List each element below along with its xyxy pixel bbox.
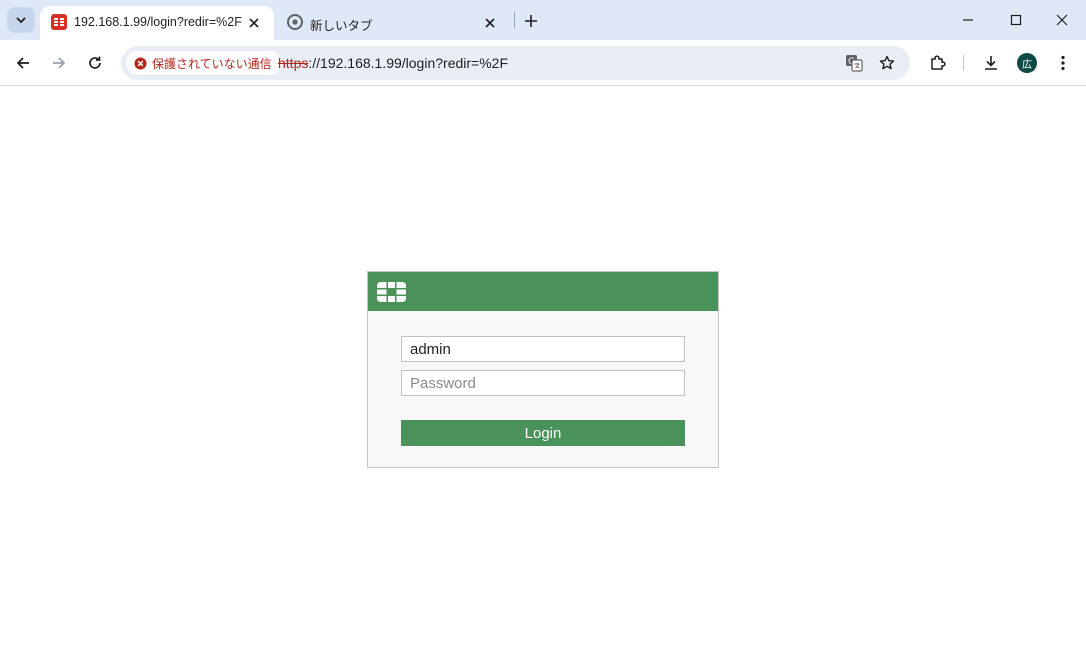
puzzle-icon	[931, 55, 946, 70]
login-panel: Login	[367, 271, 719, 468]
url-scheme: https	[278, 55, 309, 71]
translate-button[interactable]: G	[843, 52, 865, 74]
tab-divider	[514, 12, 515, 28]
chrome-icon	[287, 14, 303, 30]
page-viewport: Login	[0, 87, 1086, 653]
arrow-right-icon	[53, 57, 66, 69]
bookmark-button[interactable]	[876, 52, 898, 74]
star-icon	[879, 55, 895, 70]
fortinet-favicon	[51, 14, 67, 30]
profile-avatar[interactable]: 広	[1017, 53, 1037, 73]
plus-icon	[525, 15, 537, 27]
close-icon	[1056, 14, 1068, 26]
minimize-button[interactable]	[956, 8, 980, 32]
extensions-button[interactable]	[926, 51, 950, 75]
tab-strip: 192.168.1.99/login?redir=%2F 新しいタブ	[0, 0, 1086, 40]
fortinet-logo-icon	[377, 282, 406, 302]
username-input[interactable]	[401, 336, 685, 362]
arrow-left-icon	[16, 57, 29, 69]
translate-icon: G	[846, 55, 863, 72]
password-input[interactable]	[401, 370, 685, 396]
minimize-icon	[963, 19, 973, 21]
maximize-icon	[1010, 14, 1022, 26]
tab-title: 新しいタブ	[310, 19, 373, 33]
url-text[interactable]: https://192.168.1.99/login?redir=%2F	[278, 55, 508, 71]
security-chip-label: 保護されていない通信	[152, 56, 272, 71]
address-bar[interactable]: 保護されていない通信 https://192.168.1.99/login?re…	[121, 46, 910, 80]
back-button[interactable]	[11, 51, 35, 75]
close-tab-button[interactable]	[244, 13, 264, 33]
url-path: ://192.168.1.99/login?redir=%2F	[308, 55, 508, 71]
close-icon	[485, 18, 495, 28]
more-vertical-icon	[1061, 55, 1065, 71]
new-tab-button[interactable]	[520, 10, 542, 32]
downloads-button[interactable]	[979, 51, 1003, 75]
forward-button[interactable]	[47, 51, 71, 75]
window-close-button[interactable]	[1050, 8, 1074, 32]
browser-toolbar: 保護されていない通信 https://192.168.1.99/login?re…	[0, 40, 1086, 86]
tab-active[interactable]: 192.168.1.99/login?redir=%2F	[40, 6, 274, 40]
chevron-down-icon	[16, 17, 26, 24]
close-tab-button[interactable]	[480, 13, 500, 33]
download-icon	[985, 56, 997, 70]
tab-search-button[interactable]	[7, 7, 35, 33]
toolbar-divider	[963, 55, 964, 71]
warning-circle-icon	[134, 57, 147, 69]
maximize-button[interactable]	[1004, 8, 1028, 32]
close-icon	[249, 18, 259, 28]
tab-title: 192.168.1.99/login?redir=%2F	[74, 15, 242, 29]
login-header	[368, 272, 718, 311]
tab-new-tab[interactable]: 新しいタブ	[276, 6, 510, 40]
reload-icon	[89, 56, 101, 69]
login-button[interactable]: Login	[401, 420, 685, 446]
chrome-menu-button[interactable]	[1051, 51, 1075, 75]
security-chip[interactable]: 保護されていない通信	[126, 51, 282, 75]
reload-button[interactable]	[83, 51, 107, 75]
